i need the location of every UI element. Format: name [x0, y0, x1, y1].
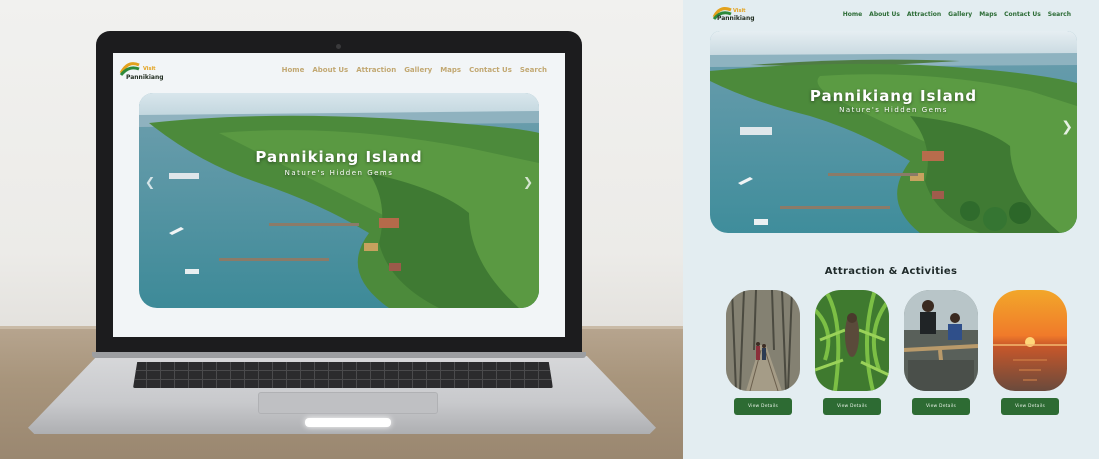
laptop-nav-about: About Us: [312, 66, 349, 74]
nav-home[interactable]: Home: [843, 11, 862, 18]
laptop-chevron-left-icon: ❮: [145, 175, 156, 189]
family-on-pier-photo[interactable]: [904, 290, 978, 391]
laptop-logo-text: Pannikiang: [126, 74, 163, 81]
nav-contact-us[interactable]: Contact Us: [1004, 11, 1041, 18]
laptop-lid: Pannikiang Visit Home About Us Attractio…: [96, 31, 582, 357]
attraction-card: View Details: [726, 290, 800, 420]
laptop-keyboard: [133, 362, 553, 388]
laptop-hero-subtitle: Nature's Hidden Gems: [284, 169, 394, 177]
laptop-logo-icon: Pannikiang Visit: [119, 62, 163, 81]
hero-title: Pannikiang Island: [809, 87, 978, 105]
nav-menu: Home About Us Attraction Gallery Maps Co…: [843, 11, 1071, 18]
section-title: Attraction & Activities: [824, 266, 958, 277]
hero-subtitle: Nature's Hidden Gems: [839, 106, 948, 114]
laptop-island-aerial-photo: [139, 93, 539, 308]
laptop-trackpad: [258, 392, 438, 414]
laptop-mockup-photo: Pannikiang Visit Home About Us Attractio…: [0, 0, 683, 459]
island-aerial-photo: [710, 31, 1077, 233]
view-details-button[interactable]: View Details: [1001, 398, 1059, 415]
attraction-cards: View Details View Details View Details V…: [726, 290, 1067, 420]
laptop-chevron-right-icon: ❯: [522, 175, 533, 189]
logo-text: Pannikiang: [717, 15, 755, 22]
mangrove-boardwalk-photo[interactable]: [726, 290, 800, 391]
laptop-nav-attraction: Attraction: [356, 66, 397, 74]
hero-carousel: Pannikiang Island Nature's Hidden Gems ❯…: [710, 31, 1077, 233]
webcam: [336, 44, 341, 49]
laptop-nav-search: Search: [519, 66, 547, 74]
logo-tagline: Visit: [733, 8, 746, 14]
laptop-hinge: [92, 352, 586, 358]
laptop-nav-gallery: Gallery: [404, 66, 433, 74]
laptop-nav-menu: Home About Us Attraction Gallery Maps Co…: [282, 66, 547, 74]
nav-search[interactable]: Search: [1048, 11, 1071, 18]
attraction-card: View Details: [815, 290, 889, 420]
laptop-site-navbar: Pannikiang Visit Home About Us Attractio…: [113, 53, 565, 89]
nav-gallery[interactable]: Gallery: [948, 11, 972, 18]
attraction-card: View Details: [904, 290, 978, 420]
laptop-nav-contact: Contact Us: [469, 66, 512, 74]
nav-about-us[interactable]: About Us: [869, 11, 900, 18]
laptop-hero-title: Pannikiang Island: [255, 148, 423, 166]
laptop-nav-home: Home: [281, 66, 305, 74]
chevron-left-icon[interactable]: ❮: [714, 119, 726, 135]
view-details-button[interactable]: View Details: [734, 398, 792, 415]
website-screenshot: Visit Pannikiang Home About Us Attractio…: [683, 0, 1099, 459]
attraction-card: View Details: [993, 290, 1067, 420]
laptop-hero-banner: Pannikiang Island Nature's Hidden Gems ❯…: [139, 93, 539, 308]
bat-in-tree-photo[interactable]: [815, 290, 889, 391]
nav-maps[interactable]: Maps: [979, 11, 997, 18]
sunset-sea-photo[interactable]: [993, 290, 1067, 391]
site-navbar: Visit Pannikiang Home About Us Attractio…: [683, 0, 1099, 28]
view-details-button[interactable]: View Details: [823, 398, 881, 415]
laptop-screen: Pannikiang Visit Home About Us Attractio…: [113, 53, 565, 337]
view-details-button[interactable]: View Details: [912, 398, 970, 415]
laptop-light-reflection: [305, 418, 391, 427]
laptop-logo-tagline: Visit: [143, 66, 156, 72]
laptop-nav-maps: Maps: [440, 66, 462, 74]
chevron-right-icon[interactable]: ❯: [1061, 119, 1073, 135]
nav-attraction[interactable]: Attraction: [907, 11, 941, 18]
